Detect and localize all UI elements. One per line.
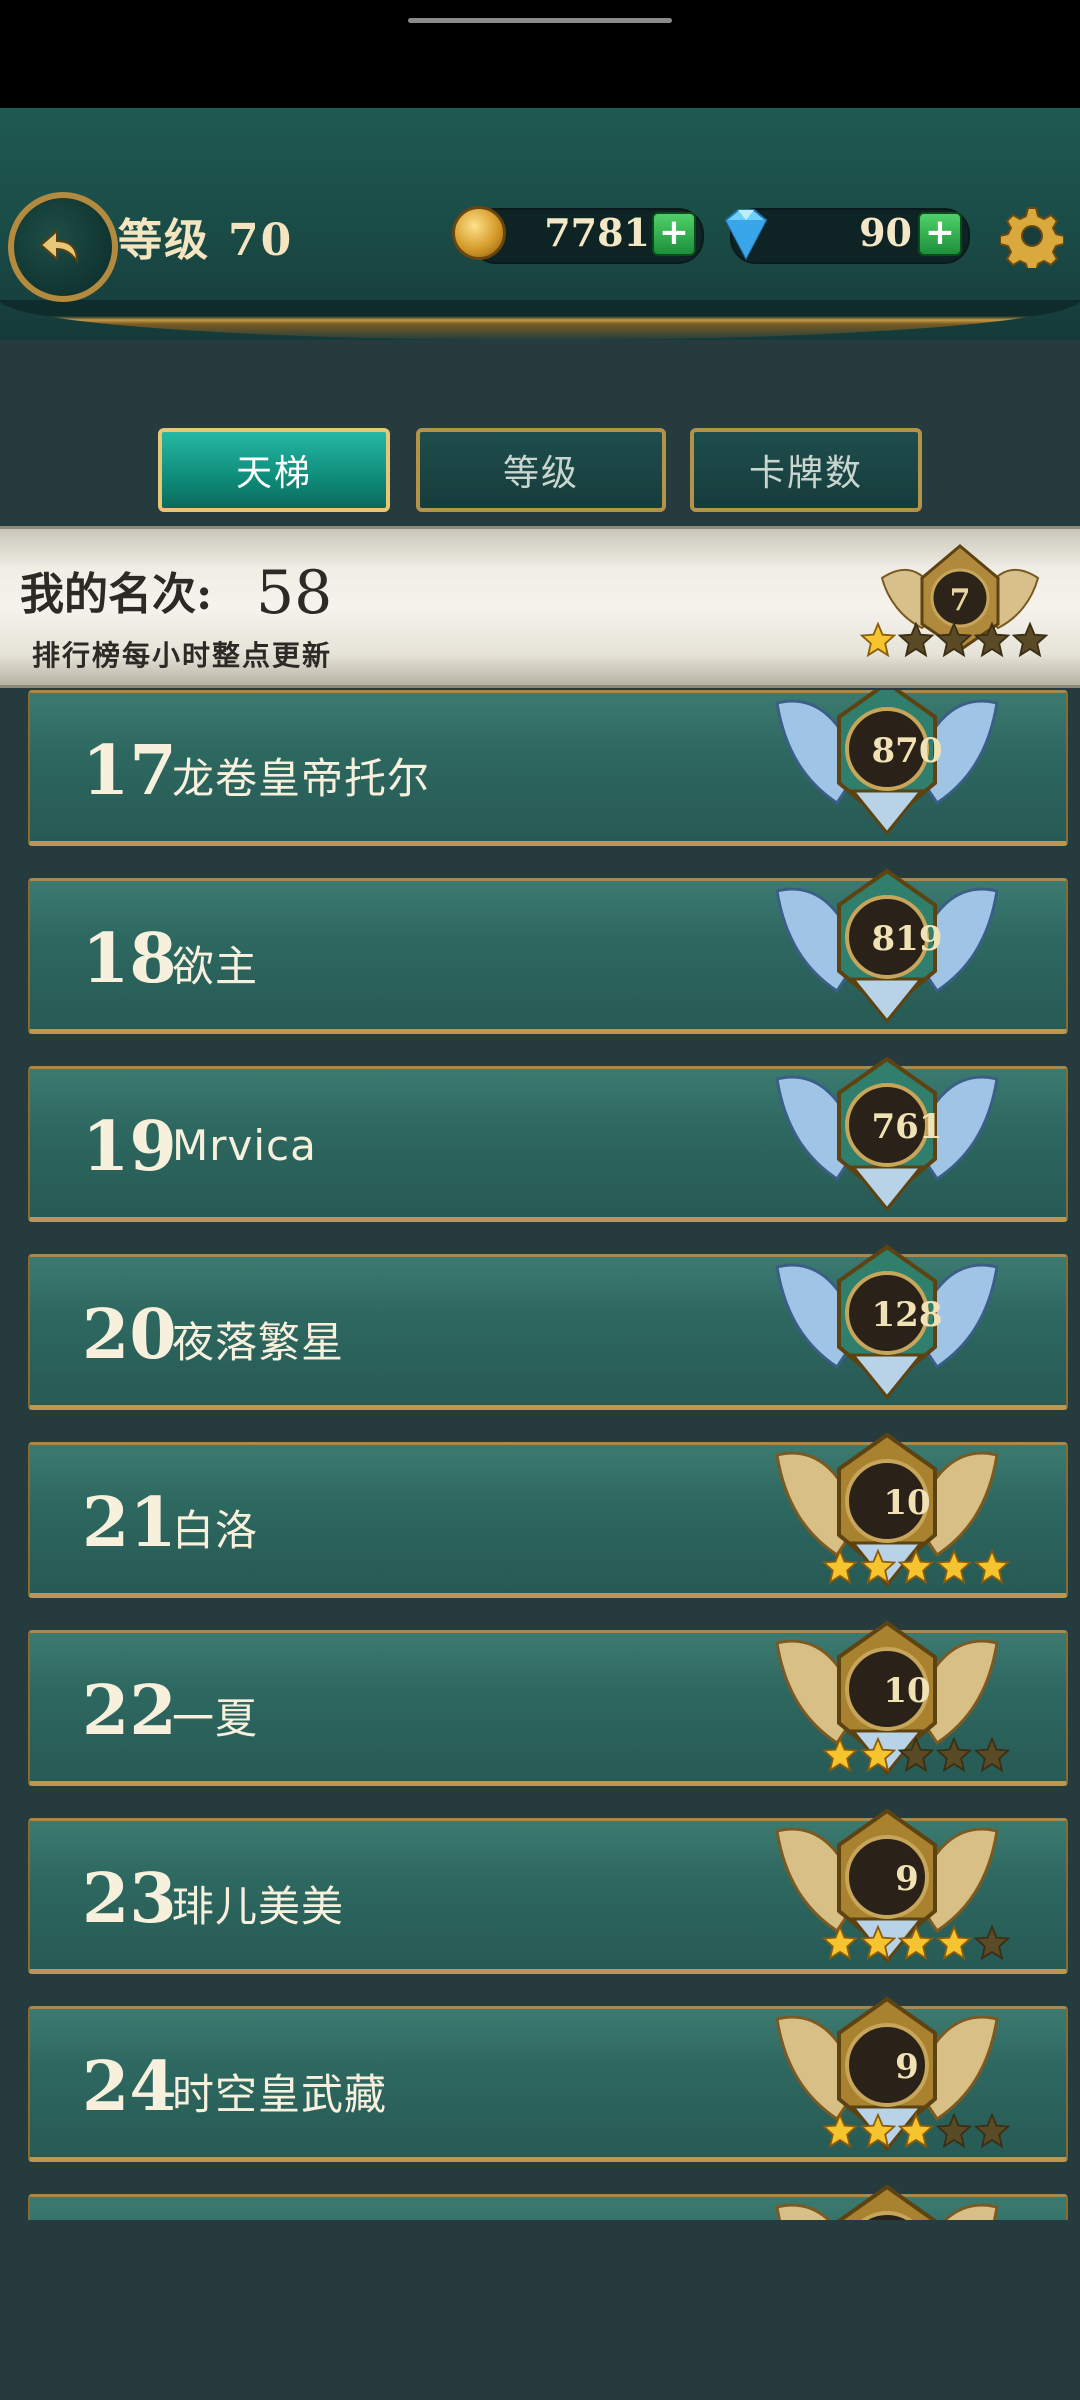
star-filled-icon — [974, 1549, 1010, 1585]
gold-amount: 7781 — [544, 210, 650, 255]
row-score: 10 — [883, 1483, 931, 1523]
back-button[interactable] — [8, 192, 118, 302]
tab-level[interactable]: 等级 — [416, 428, 666, 512]
leaderboard-row[interactable]: 17 龙卷皇帝托尔 870 — [28, 690, 1068, 846]
star-empty-icon — [974, 622, 1010, 658]
leaderboard-row[interactable]: 22 一夏 10 — [28, 1620, 1068, 1786]
star-empty-icon — [974, 2113, 1010, 2149]
add-gems-button[interactable]: + — [918, 212, 962, 256]
star-empty-icon — [1012, 622, 1048, 658]
leaderboard-row[interactable]: 19 Mrvica 761 — [28, 1056, 1068, 1222]
row-score: 10 — [883, 1671, 931, 1711]
leaderboard-list[interactable]: 17 龙卷皇帝托尔 870 18 欲主 819 19 Mrvica 761 20 夜落繁星 128 21… — [0, 690, 1080, 2220]
row-rank: 21 — [82, 1483, 177, 1563]
status-indicator — [408, 18, 672, 23]
tab-card-count[interactable]: 卡牌数 — [690, 428, 922, 512]
status-bar — [0, 0, 1080, 108]
leaderboard-row-partial[interactable] — [28, 2184, 1068, 2220]
row-player-name: 一夏 — [172, 1694, 259, 1743]
leaderboard-row[interactable]: 20 夜落繁星 128 — [28, 1244, 1068, 1410]
row-score: 870 — [871, 731, 943, 771]
level-value: 70 — [228, 215, 294, 266]
row-rank: 22 — [82, 1671, 177, 1751]
star-filled-icon — [860, 1737, 896, 1773]
star-filled-icon — [898, 1549, 934, 1585]
star-filled-icon — [898, 1925, 934, 1961]
row-score: 9 — [895, 1859, 919, 1899]
star-filled-icon — [860, 1925, 896, 1961]
star-empty-icon — [974, 1737, 1010, 1773]
star-filled-icon — [936, 1549, 972, 1585]
player-level: 等级 70 — [118, 204, 293, 268]
star-filled-icon — [822, 1737, 858, 1773]
leaderboard-row[interactable]: 21 白洛 10 — [28, 1432, 1068, 1598]
leaderboard-row[interactable]: 23 琲儿美美 9 — [28, 1808, 1068, 1974]
tab-ladder-label: 天梯 — [235, 453, 312, 494]
tab-card-count-label: 卡牌数 — [748, 453, 863, 494]
tab-level-label: 等级 — [502, 453, 579, 494]
my-rank-label: 我的名次: — [20, 569, 213, 620]
star-filled-icon — [822, 1549, 858, 1585]
star-filled-icon — [936, 1925, 972, 1961]
row-stars — [822, 1737, 1010, 1773]
row-player-name: 欲主 — [172, 942, 259, 991]
star-empty-icon — [936, 622, 972, 658]
star-filled-icon — [860, 1549, 896, 1585]
row-rank: 24 — [82, 2047, 177, 2127]
row-player-name: 时空皇武藏 — [172, 2070, 388, 2119]
star-filled-icon — [860, 2113, 896, 2149]
my-rank-stars — [860, 622, 1048, 658]
coin-icon — [452, 206, 506, 260]
star-empty-icon — [974, 1925, 1010, 1961]
row-score: 761 — [871, 1107, 943, 1147]
row-score: 819 — [871, 919, 943, 959]
star-filled-icon — [822, 2113, 858, 2149]
row-player-name: 夜落繁星 — [172, 1318, 345, 1367]
star-empty-icon — [936, 1737, 972, 1773]
row-score: 128 — [871, 1295, 943, 1335]
diamond-icon — [724, 209, 768, 261]
bottom-area — [0, 2220, 1080, 2400]
row-rank: 19 — [82, 1107, 177, 1187]
my-rank-value: 58 — [256, 558, 333, 628]
row-rank: 23 — [82, 1859, 177, 1939]
star-empty-icon — [898, 1737, 934, 1773]
row-stars — [822, 2113, 1010, 2149]
row-rank: 17 — [82, 731, 177, 811]
level-label: 等级 — [118, 215, 210, 266]
rank-emblem-icon — [775, 2184, 999, 2220]
row-player-name: 白洛 — [172, 1506, 259, 1555]
gear-icon[interactable] — [1000, 204, 1064, 268]
star-filled-icon — [822, 1925, 858, 1961]
row-player-name: 琲儿美美 — [172, 1882, 345, 1931]
gem-amount: 90 — [859, 210, 912, 255]
leaderboard-row[interactable]: 18 欲主 819 — [28, 868, 1068, 1034]
tab-ladder[interactable]: 天梯 — [158, 428, 390, 512]
row-rank: 18 — [82, 919, 177, 999]
my-rank-badge-value: 7 — [950, 583, 971, 618]
row-score: 9 — [895, 2047, 919, 2087]
star-filled-icon — [860, 622, 896, 658]
add-gold-button[interactable]: + — [652, 212, 696, 256]
row-stars — [822, 1549, 1010, 1585]
leaderboard-row[interactable]: 24 时空皇武藏 9 — [28, 1996, 1068, 2162]
row-player-name: 龙卷皇帝托尔 — [172, 754, 431, 803]
back-arrow-icon — [39, 228, 79, 265]
star-empty-icon — [936, 2113, 972, 2149]
star-empty-icon — [898, 622, 934, 658]
row-stars — [822, 1925, 1010, 1961]
row-player-name: Mrvica — [172, 1121, 317, 1170]
row-rank: 20 — [82, 1295, 177, 1375]
update-note: 排行榜每小时整点更新 — [32, 639, 333, 672]
star-filled-icon — [898, 2113, 934, 2149]
